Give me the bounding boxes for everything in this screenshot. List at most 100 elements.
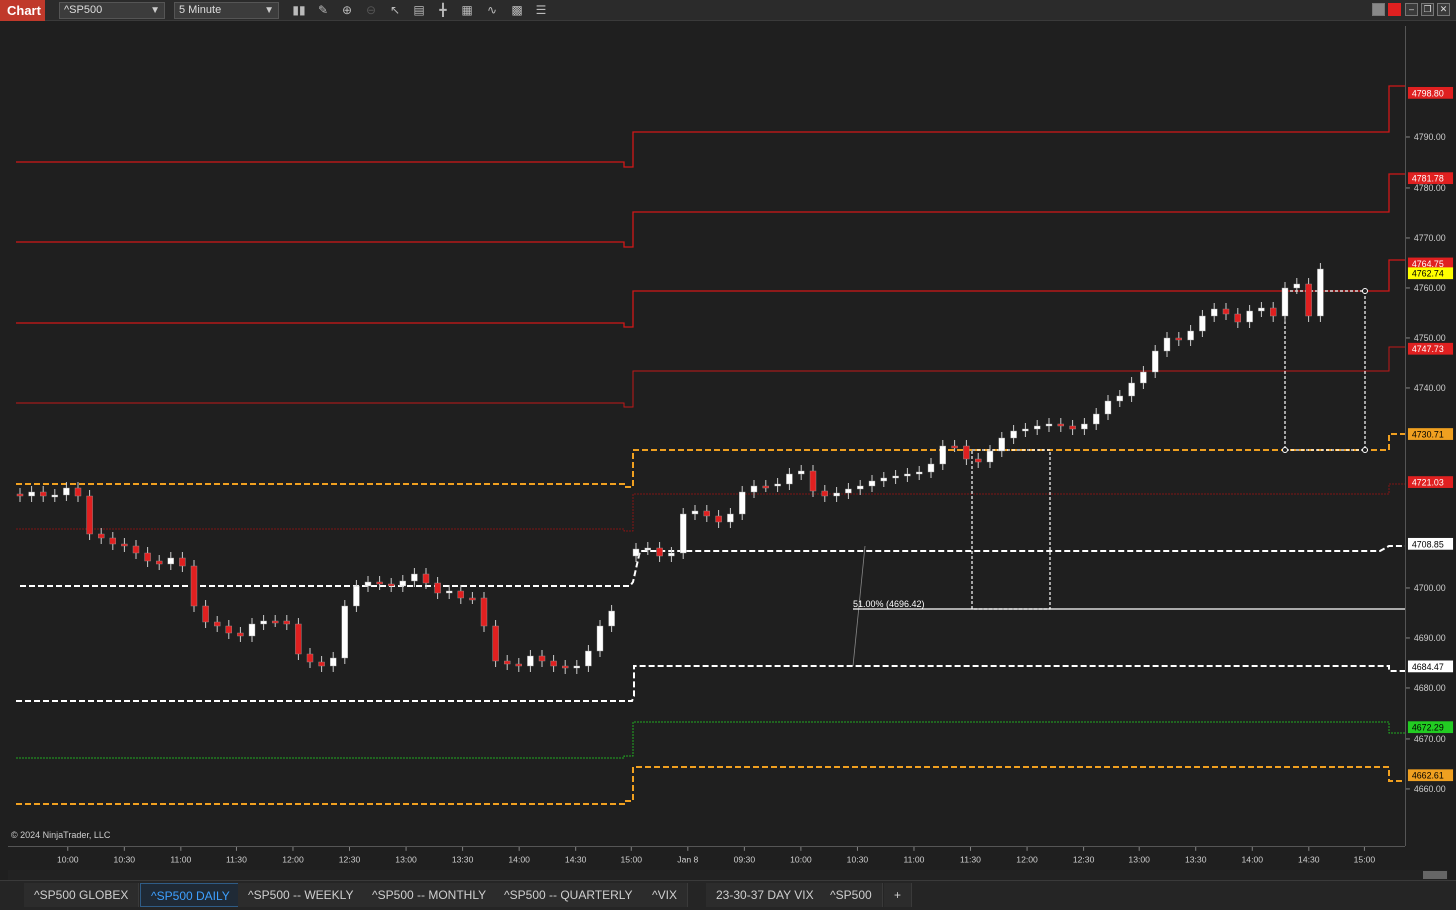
indicators-icon[interactable]: ▦	[458, 2, 476, 19]
menu-list-icon[interactable]: ☰	[532, 2, 550, 19]
candle-down	[963, 440, 970, 465]
candle-down	[1269, 302, 1277, 322]
candle-up	[916, 466, 923, 480]
bars-type-icon[interactable]: ▮▮	[290, 2, 308, 19]
interval-value: 5 Minute	[179, 4, 222, 16]
chart-tab[interactable]: ^SP500	[820, 883, 883, 907]
chevron-down-icon: ▼	[264, 5, 274, 16]
price-tick-label: 4680.00	[1414, 683, 1446, 693]
price-marker-tag: 4708.85	[1407, 537, 1454, 550]
candle-down	[809, 465, 817, 497]
price-chart-panel[interactable]: 51.00% (4696.42)	[8, 26, 1405, 846]
price-tick-label: 4780.00	[1414, 183, 1446, 193]
price-marker-tag: 4798.80	[1407, 86, 1454, 99]
drawing-tool-icon[interactable]: ✎	[314, 2, 332, 19]
link-color-icon[interactable]	[1388, 3, 1401, 16]
candle-up	[632, 543, 640, 562]
candle-up	[904, 468, 911, 482]
candle-up	[774, 478, 781, 492]
candle-down	[190, 560, 198, 612]
chart-tab[interactable]: ^SP500 -- MONTHLY	[362, 883, 498, 907]
time-tick-label: 15:00	[1354, 854, 1376, 864]
candle-up	[1140, 366, 1147, 389]
candle-down	[469, 592, 476, 604]
strategies-icon[interactable]: ∿	[483, 2, 501, 19]
time-tick-label: 14:30	[565, 854, 587, 864]
candle-down	[144, 547, 151, 567]
candle-down	[132, 540, 140, 559]
candle-down	[295, 618, 302, 660]
scrollbar-thumb[interactable]	[1423, 871, 1447, 879]
candle-down	[318, 656, 325, 672]
time-tick-label: 11:00	[904, 854, 925, 864]
price-tick-label: 4690.00	[1414, 633, 1446, 643]
chart-tab[interactable]: ^SP500 -- WEEKLY	[238, 883, 365, 907]
price-axis[interactable]: 4790.00 4780.00 4770.00 4760.00 4750.00 4740.…	[1405, 26, 1456, 846]
candle-up	[986, 445, 994, 468]
pointer-icon[interactable]: ↖	[386, 2, 404, 19]
candle-down	[388, 578, 395, 592]
interval-selector[interactable]: 5 Minute ▼	[174, 2, 279, 19]
candle-up	[1116, 390, 1124, 407]
zoom-out-icon[interactable]: ⊖	[362, 2, 380, 19]
properties-icon[interactable]: ▩	[508, 2, 526, 19]
time-axis[interactable]: 10:00 10:30 11:00 11:30 12:00 12:30 13:00 13:30…	[8, 846, 1405, 870]
drawing-objects[interactable]: 51.00% (4696.42)	[852, 288, 1405, 667]
candle-down	[283, 615, 290, 630]
chart-tab[interactable]: ^VIX	[642, 883, 688, 907]
instrument-selector[interactable]: ^SP500 ▼	[59, 2, 165, 19]
minimize-icon[interactable]: –	[1405, 3, 1418, 16]
chart-tab[interactable]: 23-30-37 DAY VIX	[706, 883, 825, 907]
add-tab-button[interactable]: +	[884, 883, 913, 907]
candle-up	[446, 585, 453, 599]
anchor-handle[interactable]	[1362, 447, 1368, 453]
candle-up	[786, 468, 793, 490]
candle-up	[739, 486, 746, 520]
restore-small-icon[interactable]	[1372, 3, 1385, 16]
price-tick-label: 4670.00	[1414, 734, 1446, 744]
anchor-handle[interactable]	[1362, 288, 1368, 294]
candle-down	[376, 576, 383, 590]
maximize-icon[interactable]: ❐	[1421, 3, 1434, 16]
chart-tab[interactable]: ^SP500 DAILY	[140, 883, 241, 907]
range-box-1[interactable]	[971, 449, 1051, 610]
chart-window: Chart ^SP500 ▼ 5 Minute ▼ ▮▮ ✎ ⊕ ⊖ ↖ ▤ ╋…	[0, 0, 1456, 910]
time-tick-label: 14:30	[1298, 854, 1320, 864]
support-green-level	[16, 721, 1405, 759]
crosshair-icon[interactable]: ╋	[434, 2, 452, 19]
chart-title: Chart	[0, 0, 45, 21]
time-tick-label: 10:30	[114, 854, 136, 864]
candle-up	[527, 650, 534, 672]
time-tick-label: 11:00	[170, 854, 191, 864]
chart-tab[interactable]: ^SP500 -- QUARTERLY	[494, 883, 644, 907]
data-box-icon[interactable]: ▤	[410, 2, 428, 19]
resistance-line-r4	[16, 85, 1405, 168]
horizontal-scrollbar[interactable]	[8, 870, 1448, 880]
resistance-line-minor	[16, 483, 1405, 532]
candle-up	[1092, 408, 1100, 430]
candle-up	[1010, 425, 1017, 444]
chart-tab-bar: ^SP500 GLOBEX ^SP500 DAILY ^SP500 -- WEEKL…	[0, 880, 1456, 910]
instrument-value: ^SP500	[64, 4, 103, 16]
candle-up	[691, 505, 699, 520]
candle-down	[1175, 332, 1183, 346]
candle-up	[892, 470, 899, 484]
anchor-handle[interactable]	[1282, 447, 1288, 453]
candle-down	[550, 655, 557, 672]
candle-up	[1187, 325, 1194, 346]
chart-tab[interactable]: ^SP500 GLOBEX	[24, 883, 140, 907]
resistance-line-r3	[16, 173, 1405, 248]
close-icon[interactable]: ✕	[1437, 3, 1450, 16]
day1-levels	[16, 85, 1405, 805]
zoom-in-icon[interactable]: ⊕	[338, 2, 356, 19]
time-tick-label: 10:30	[847, 854, 869, 864]
candle-down	[306, 648, 314, 668]
price-marker-label: 4708.85	[1412, 539, 1444, 549]
candle-down	[155, 555, 163, 570]
candlestick-series	[16, 263, 1324, 674]
candle-down	[703, 505, 710, 522]
candle-down	[715, 510, 722, 528]
price-tick-label: 4770.00	[1414, 233, 1446, 243]
time-tick-label: 09:30	[734, 854, 756, 864]
candle-up	[573, 660, 580, 674]
